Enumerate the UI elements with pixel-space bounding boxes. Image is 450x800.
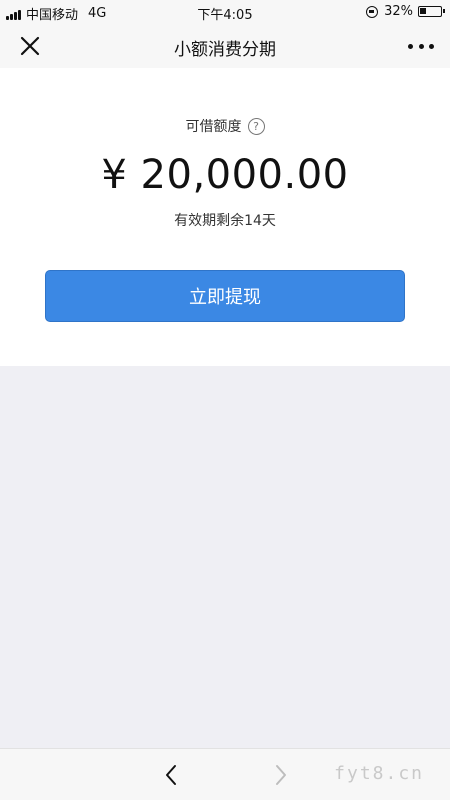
credit-card-panel: 可借额度 ? ¥ 20,000.00 有效期剩余14天 立即提现 (0, 68, 450, 366)
status-bar: 中国移动 4G 下午4:05 32% (0, 0, 450, 24)
nav-bar: 小额消费分期 (0, 24, 450, 68)
more-dot (429, 43, 434, 49)
more-dot (418, 43, 424, 49)
status-right: 32% (366, 4, 445, 19)
watermark-text: fyt8.cn (334, 763, 424, 784)
limit-label: 可借额度 (185, 119, 242, 135)
chevron-right-icon (276, 765, 286, 785)
more-button[interactable] (404, 32, 438, 60)
battery-fill (420, 8, 426, 14)
battery-icon (418, 6, 445, 17)
withdraw-button[interactable]: 立即提现 (45, 270, 405, 322)
more-dot (408, 43, 413, 49)
close-button[interactable] (16, 32, 44, 60)
chevron-left-icon (166, 765, 176, 785)
bottom-toolbar: fyt8.cn (0, 748, 450, 800)
close-icon (20, 36, 40, 56)
rotation-lock-icon (366, 5, 379, 18)
forward-button[interactable] (268, 761, 292, 789)
credit-amount: ¥ 20,000.00 (101, 152, 349, 198)
validity-text: 有效期剩余14天 (174, 213, 276, 229)
limit-row: 可借额度 ? (0, 116, 450, 136)
battery-percent: 32% (384, 4, 413, 19)
page-title: 小额消费分期 (174, 40, 276, 60)
back-button[interactable] (160, 761, 184, 789)
help-icon[interactable]: ? (247, 117, 265, 135)
